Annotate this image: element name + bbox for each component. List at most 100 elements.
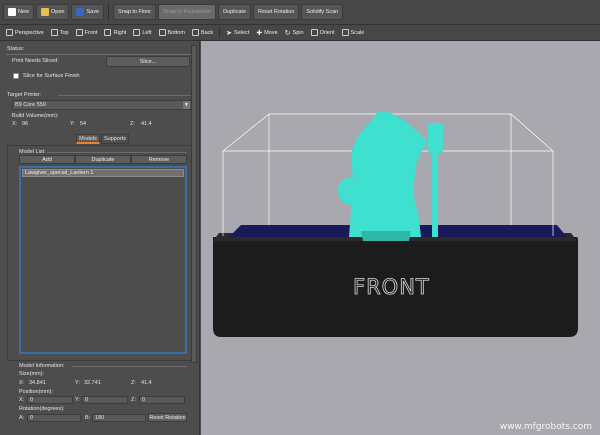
tab-supports-label: Supports — [103, 136, 126, 142]
reset-rotation-panel-label: Reset Rotation — [149, 414, 186, 421]
slice-surface-finish-checkbox[interactable] — [13, 73, 19, 79]
reset-rotation-button[interactable]: Reset Rotation — [253, 4, 300, 20]
duplicate-model-button[interactable]: Duplicate — [75, 155, 131, 164]
size-y-label: Y: — [75, 380, 80, 386]
position-y-label: Y: — [75, 397, 80, 403]
snap-to-floor-button[interactable]: Snap to Floor — [113, 4, 157, 20]
view-toolbar: Perspective Top Front Right Left Bottom … — [0, 25, 600, 41]
solidify-scan-label: Solidify Scan — [306, 9, 339, 15]
spin-icon: ↻ — [284, 29, 291, 37]
front-view-icon — [75, 29, 83, 36]
folder-icon — [41, 8, 50, 16]
size-x-value: 34.841 — [29, 380, 46, 386]
cursor-arrow-icon: ➤ — [226, 29, 233, 37]
properties-panel: Status: Print Needs Sliced: Slice... Sli… — [0, 41, 200, 435]
left-view-button[interactable]: Left — [130, 26, 154, 39]
divider — [72, 366, 187, 367]
slice-button[interactable]: Slice... — [106, 56, 190, 67]
spin-tool-button[interactable]: ↻ Spin — [282, 26, 307, 39]
model-lawgiver-lantern — [338, 111, 443, 241]
perspective-cube-icon — [6, 29, 13, 36]
panel-scrollbar[interactable] — [191, 45, 197, 363]
right-view-icon — [104, 29, 112, 36]
remove-model-button[interactable]: Remove — [131, 155, 187, 164]
slice-button-label: Slice... — [139, 58, 157, 65]
divider — [6, 54, 192, 55]
toolbar-divider — [108, 4, 110, 20]
perspective-button[interactable]: Perspective — [3, 26, 47, 39]
size-z-value: 41.4 — [141, 380, 152, 386]
front-label: FRONT — [353, 275, 430, 299]
position-label: Position(mm): — [19, 389, 53, 395]
build-x-label: X: — [12, 121, 18, 127]
back-label: Back — [200, 29, 214, 36]
orient-tool-button[interactable]: Orient — [308, 26, 338, 39]
solidify-scan-button[interactable]: Solidify Scan — [301, 4, 344, 20]
new-button[interactable]: New — [3, 4, 35, 20]
reset-rotation-panel-button[interactable]: Reset Rotation — [148, 413, 187, 422]
bottom-view-button[interactable]: Bottom — [156, 26, 188, 39]
snap-to-foundation-button[interactable]: Snap to Foundation — [158, 4, 217, 20]
position-z-input[interactable]: 0 — [139, 396, 185, 404]
size-x-label: X: — [19, 380, 25, 386]
add-label: Add — [42, 156, 52, 163]
select-tool-button[interactable]: ➤ Select — [223, 26, 252, 39]
build-z-label: Z: — [130, 121, 135, 127]
target-printer-label: Target Printer: — [7, 92, 42, 98]
right-view-button[interactable]: Right — [101, 26, 129, 39]
divider — [47, 152, 187, 153]
target-printer-select[interactable]: B9 Core 550 ▼ — [12, 100, 192, 110]
position-z-label: Z: — [131, 397, 136, 403]
scene-render: FRONT — [213, 111, 578, 337]
tab-supports[interactable]: Supports — [101, 134, 129, 144]
print-needs-sliced-label: Print Needs Sliced: — [12, 58, 59, 64]
tab-models-label: Models — [79, 135, 97, 142]
bottom-view-icon — [158, 29, 166, 36]
top-view-icon — [50, 29, 58, 36]
add-model-button[interactable]: Add — [19, 155, 75, 164]
list-item[interactable]: Lawgiver_special_Lantern 1 — [22, 169, 184, 177]
duplicate-button[interactable]: Duplicate — [218, 4, 252, 20]
open-label: Open — [51, 9, 65, 15]
chevron-down-icon: ▼ — [183, 101, 190, 109]
build-y-label: Y: — [70, 121, 75, 127]
top-view-button[interactable]: Top — [48, 26, 72, 39]
size-y-value: 32.741 — [84, 380, 101, 386]
scale-icon — [341, 29, 349, 36]
scale-tool-button[interactable]: Scale — [339, 26, 368, 39]
watermark: www.mfgrobots.com — [499, 422, 592, 432]
select-label: Select — [234, 29, 250, 36]
target-printer-value: B9 Core 550 — [15, 102, 46, 108]
duplicate-model-label: Duplicate — [91, 156, 115, 163]
spin-label: Spin — [292, 29, 304, 36]
right-label: Right — [113, 29, 127, 36]
build-x-value: 96 — [22, 121, 29, 127]
position-x-label: X: — [19, 397, 25, 403]
position-x-input[interactable]: 0 — [27, 396, 73, 404]
snap-to-floor-label: Snap to Floor — [118, 9, 152, 15]
left-view-icon — [133, 29, 141, 36]
snap-to-foundation-label: Snap to Foundation — [163, 9, 212, 15]
build-y-value: 54 — [80, 121, 87, 127]
tab-models[interactable]: Models — [76, 134, 100, 144]
position-y-input[interactable]: 0 — [82, 396, 128, 404]
save-button[interactable]: Save — [71, 4, 105, 20]
3d-viewport[interactable]: FRONT www.mfgrobots.com — [201, 41, 600, 435]
model-information-label: Model Information: — [19, 363, 65, 369]
duplicate-label: Duplicate — [223, 9, 247, 15]
rotation-b-input[interactable]: 180 — [92, 414, 146, 422]
orient-icon — [310, 29, 318, 36]
scale-label: Scale — [350, 29, 365, 36]
rotation-a-label: A: — [19, 415, 25, 421]
build-z-value: 41.4 — [141, 121, 152, 127]
front-view-button[interactable]: Front — [73, 26, 101, 39]
size-z-label: Z: — [131, 380, 136, 386]
move-tool-button[interactable]: ✚ Move — [253, 26, 280, 39]
model-list[interactable]: Lawgiver_special_Lantern 1 — [19, 166, 187, 354]
rotation-a-input[interactable]: 0 — [27, 414, 81, 422]
left-label: Left — [142, 29, 152, 36]
slice-surface-finish-label: Slice for Surface Finish — [23, 73, 80, 79]
open-button[interactable]: Open — [36, 4, 70, 20]
back-view-button[interactable]: Back — [189, 26, 216, 39]
front-label: Front — [84, 29, 98, 36]
